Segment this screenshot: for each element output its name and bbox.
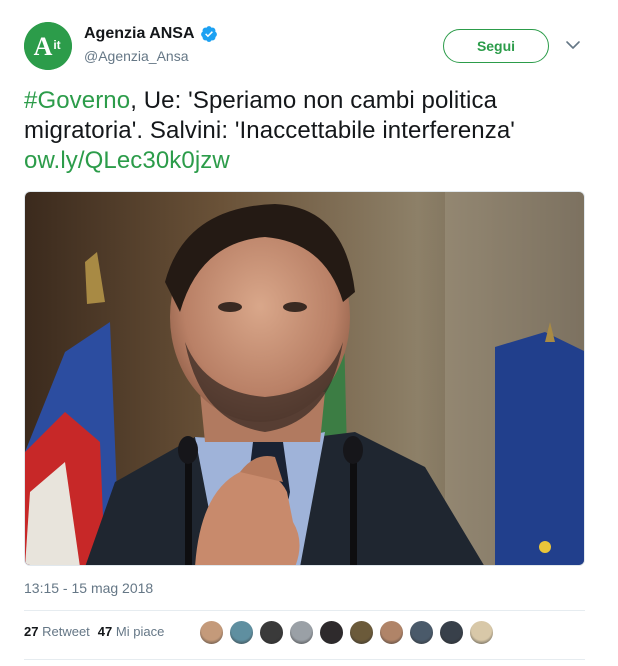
- liker-avatar[interactable]: [289, 620, 314, 645]
- chevron-down-icon: [566, 41, 580, 49]
- avatar[interactable]: A it: [24, 22, 72, 70]
- tweet-stats: 27 Retweet 47 Mi piace: [24, 624, 164, 639]
- tweet-link[interactable]: ow.ly/QLec30k0jzw: [24, 147, 230, 174]
- photo-image: [25, 192, 584, 565]
- liker-avatar[interactable]: [349, 620, 374, 645]
- user-handle[interactable]: @Agenzia_Ansa: [84, 48, 218, 64]
- liker-avatar[interactable]: [199, 620, 224, 645]
- liker-avatar[interactable]: [409, 620, 434, 645]
- more-options-button[interactable]: [565, 38, 581, 52]
- follow-button[interactable]: Segui: [443, 29, 549, 63]
- avatar-superscript: it: [53, 38, 60, 52]
- verified-badge-icon: [200, 26, 217, 42]
- retweet-stat[interactable]: 27 Retweet: [24, 624, 90, 639]
- ansa-logo-icon: A it: [24, 22, 72, 70]
- like-count: 47: [97, 624, 113, 639]
- liker-avatar[interactable]: [259, 620, 284, 645]
- like-stat[interactable]: 47 Mi piace: [98, 624, 165, 639]
- display-name-text: Agenzia ANSA: [84, 25, 195, 42]
- display-name[interactable]: Agenzia ANSA: [84, 25, 218, 43]
- like-label: Mi piace: [115, 624, 165, 639]
- user-info: Agenzia ANSA @Agenzia_Ansa: [84, 25, 218, 64]
- retweet-count: 27: [24, 624, 39, 639]
- liker-avatars: [199, 620, 494, 645]
- liker-avatar[interactable]: [469, 620, 494, 645]
- avatar-letter: A: [34, 32, 53, 61]
- liker-avatar[interactable]: [439, 620, 464, 645]
- retweet-label: Retweet: [42, 624, 90, 639]
- tweet-media-photo[interactable]: [24, 191, 585, 566]
- divider: [24, 610, 585, 611]
- liker-avatar[interactable]: [379, 620, 404, 645]
- tweet-text: #Governo, Ue: 'Speriamo non cambi politi…: [24, 86, 594, 176]
- divider: [24, 659, 585, 660]
- liker-avatar[interactable]: [319, 620, 344, 645]
- liker-avatar[interactable]: [229, 620, 254, 645]
- tweet-card: A it Agenzia ANSA @Agenzia_Ansa Segui #G…: [0, 0, 618, 666]
- hashtag-link[interactable]: #Governo: [24, 87, 130, 114]
- tweet-timestamp[interactable]: 13:15 - 15 mag 2018: [24, 580, 153, 596]
